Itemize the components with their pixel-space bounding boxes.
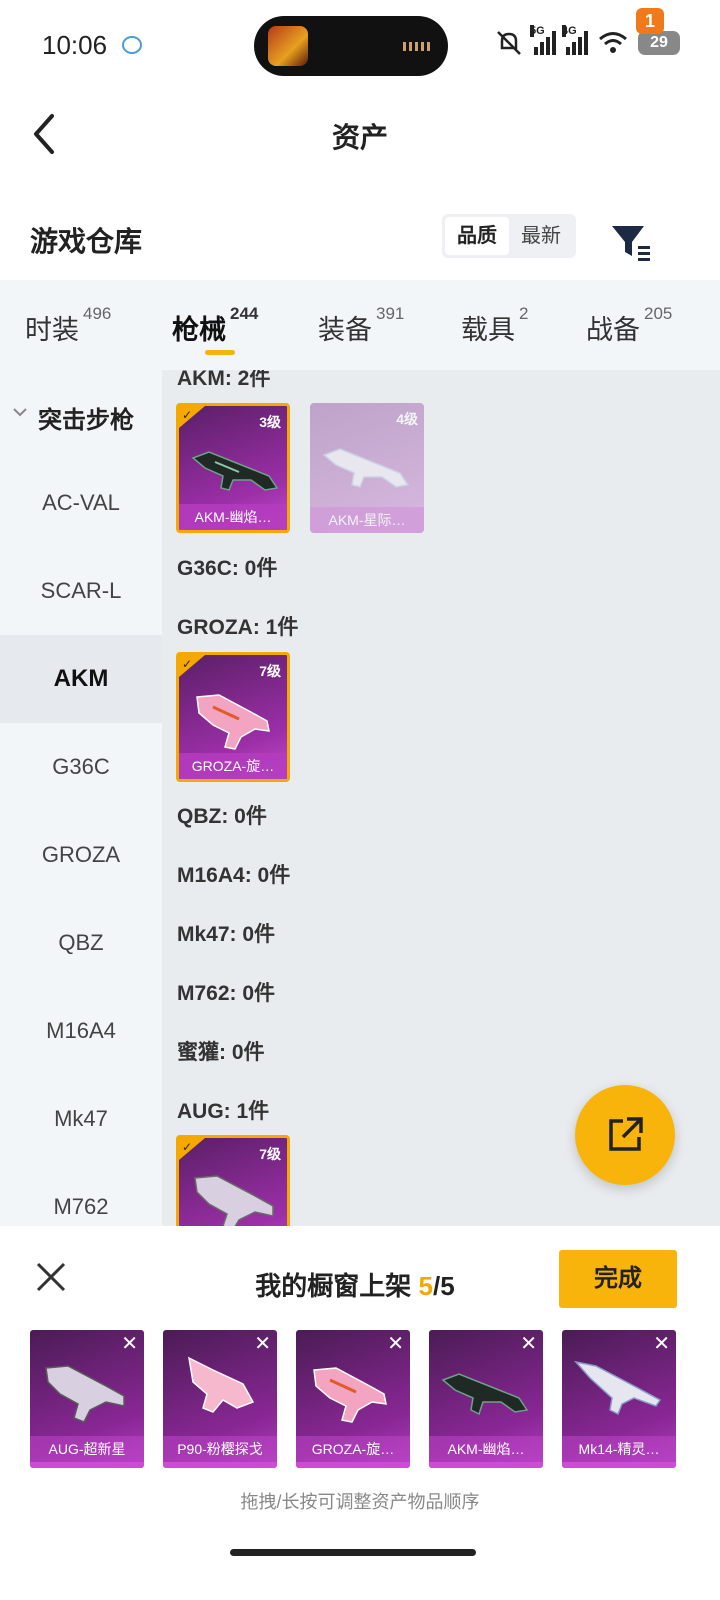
showcase-item[interactable]: ✕ GROZA-旋… [296,1330,410,1468]
item-level: 7级 [259,663,281,679]
showcase-item-name: P90-粉樱探戈 [163,1436,277,1462]
warehouse-header: 游戏仓库 品质 最新 [0,196,720,280]
battery-icon: 29 [638,31,680,55]
sort-toggle: 品质 最新 [442,214,576,258]
item-level: 4级 [396,411,418,427]
item-card-aug[interactable]: ✓ 7级 [176,1135,290,1226]
sidebar-item-ac-val[interactable]: AC-VAL [0,459,162,547]
mute-bell-icon [497,31,521,55]
tab-supplies[interactable]: 战备205 [586,304,672,347]
signal-5g-icon: 5G [530,25,556,55]
showcase-item-name: AKM-幽焰… [429,1436,543,1462]
signal-4g-icon: 4G [562,25,588,55]
akm-rifle-image [191,451,279,491]
section-g36c: G36C: 0件 [177,557,278,580]
sidebar-item-groza[interactable]: GROZA [0,811,162,899]
remove-item-icon[interactable]: ✕ [520,1334,537,1354]
warehouse-title: 游戏仓库 [30,226,143,257]
showcase-item[interactable]: ✕ Mk14-精灵… [562,1330,676,1468]
dynamic-island[interactable] [254,16,448,76]
sidebar-item-m16a4[interactable]: M16A4 [0,987,162,1075]
sidebar-item-qbz[interactable]: QBZ [0,899,162,987]
item-name: AKM-星际… [310,507,424,533]
item-name: GROZA-旋… [179,753,287,779]
external-link-icon [609,1117,643,1151]
sidebar-item-mk47[interactable]: Mk47 [0,1075,162,1163]
akm-rifle-image [441,1373,529,1416]
showcase-item[interactable]: ✕ AUG-超新星 [30,1330,144,1468]
filter-funnel-icon[interactable] [608,216,664,264]
chat-notification-icon [122,36,142,54]
sidebar-group-assault-rifles[interactable]: 突击步枪 [0,386,162,446]
showcase-item-name: Mk14-精灵… [562,1436,676,1462]
section-aug: AUG: 1件 [177,1100,270,1123]
groza-rifle-image [313,1367,387,1423]
showcase-item[interactable]: ✕ AKM-幽焰… [429,1330,543,1468]
showcase-item-name: GROZA-旋… [296,1436,410,1462]
tab-equipment[interactable]: 装备391 [318,304,404,347]
section-qbz: QBZ: 0件 [177,805,267,828]
active-tab-indicator [205,350,235,355]
showcase-item[interactable]: ✕ P90-粉樱探戈 [163,1330,277,1468]
tab-fashion[interactable]: 时装496 [25,304,111,347]
showcase-current-count: 5 [418,1271,434,1301]
home-indicator[interactable] [230,1549,476,1556]
akm-rifle-image [322,448,410,488]
status-time: 10:06 [42,30,108,60]
remove-item-icon[interactable]: ✕ [254,1334,271,1354]
item-name: AKM-幽焰… [179,504,287,530]
tab-vehicles[interactable]: 载具2 [461,304,528,347]
game-app-icon [268,26,308,66]
aug-rifle-image [194,1175,274,1226]
sort-latest-button[interactable]: 最新 [509,217,573,255]
item-level: 7级 [259,1146,281,1162]
sidebar-item-g36c[interactable]: G36C [0,723,162,811]
share-fab-button[interactable] [575,1085,675,1185]
p90-gun-image [188,1356,255,1413]
item-card-akm-2[interactable]: 4级 AKM-星际… [310,403,424,533]
remove-item-icon[interactable]: ✕ [653,1334,670,1354]
nav-bar: 资产 [0,90,720,180]
section-mk47: Mk47: 0件 [177,923,276,946]
item-level: 3级 [259,414,281,430]
tab-firearms[interactable]: 枪械244 [172,304,258,347]
section-groza: GROZA: 1件 [177,616,299,639]
section-akm: AKM: 2件 [177,370,271,390]
status-bar: 10:06 5G 4G 29 [0,0,720,90]
item-card-groza[interactable]: ✓ 7级 GROZA-旋… [176,652,290,782]
showcase-sheet: 我的橱窗上架 5/5 完成 ✕ AUG-超新星 ✕ P90-粉樱探戈 ✕ GRO… [0,1226,720,1600]
remove-item-icon[interactable]: ✕ [387,1334,404,1354]
sidebar-item-m762[interactable]: M762 [0,1163,162,1226]
sort-quality-button[interactable]: 品质 [445,217,509,255]
remove-item-icon[interactable]: ✕ [121,1334,138,1354]
mk14-rifle-image [573,1360,662,1416]
reorder-hint: 拖拽/长按可调整资产物品顺序 [240,1492,480,1512]
weapon-sidebar: 突击步枪 AC-VAL SCAR-L AKM G36C GROZA QBZ M1… [0,370,162,1226]
section-m762: M762: 0件 [177,982,276,1005]
sidebar-item-akm[interactable]: AKM [0,635,162,723]
showcase-item-name: AUG-超新星 [30,1436,144,1462]
audio-wave-icon [403,42,430,51]
section-m16a4: M16A4: 0件 [177,864,291,887]
page-title: 资产 [331,122,388,153]
chevron-down-icon [13,408,27,417]
done-button[interactable]: 完成 [559,1250,677,1308]
filter-count-badge: 1 [636,8,664,34]
wifi-icon [599,32,627,53]
category-tabs: 时装496 枪械244 装备391 载具2 战备205 [0,280,720,370]
sidebar-item-scar-l[interactable]: SCAR-L [0,547,162,635]
section-honey-badger: 蜜獾: 0件 [177,1041,265,1064]
groza-rifle-image [196,694,270,750]
item-card-akm-1[interactable]: ✓ 3级 AKM-幽焰… [176,403,290,533]
aug-rifle-image [45,1365,125,1423]
